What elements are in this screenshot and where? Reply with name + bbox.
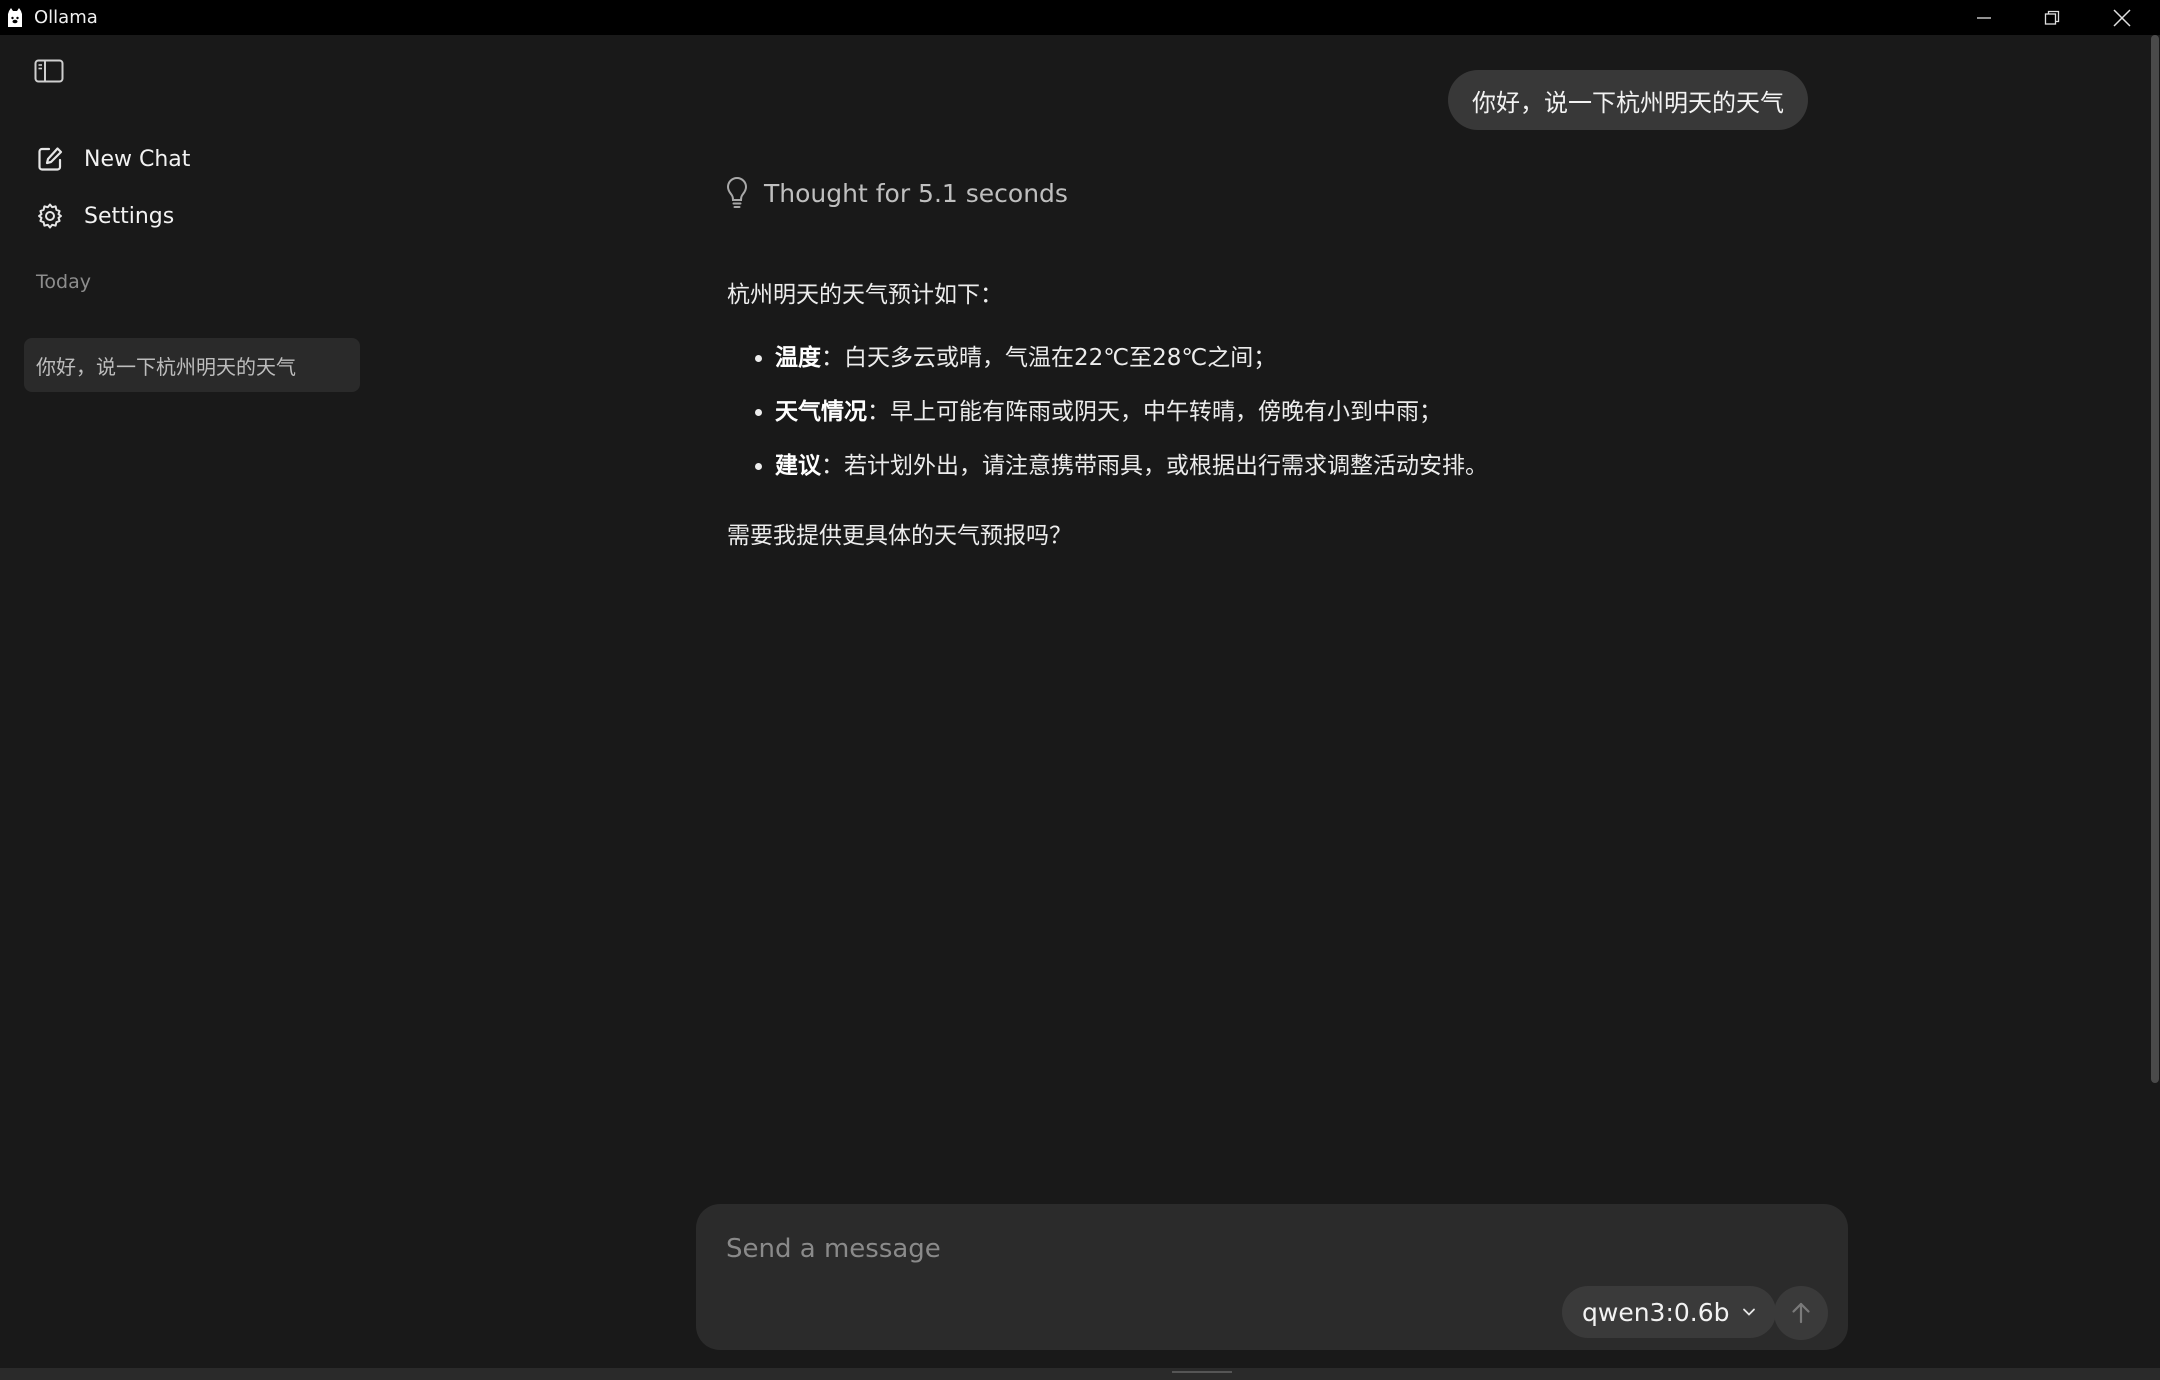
model-name: qwen3:0.6b bbox=[1582, 1297, 1730, 1327]
gear-icon bbox=[34, 200, 66, 232]
answer-closing: 需要我提供更具体的天气预报吗？ bbox=[727, 523, 1072, 549]
window-title: Ollama bbox=[34, 7, 98, 28]
answer-item-label: 天气情况 bbox=[775, 399, 867, 425]
minimize-icon bbox=[1977, 16, 1991, 19]
answer-list-item: 建议：若计划外出，请注意携带雨具，或根据出行需求调整活动安排。 bbox=[775, 449, 1627, 483]
thought-label: Thought for 5.1 seconds bbox=[764, 178, 1068, 208]
bottom-handle bbox=[1172, 1371, 1232, 1373]
title-bar: Ollama bbox=[0, 0, 2160, 35]
lightbulb-icon bbox=[726, 176, 748, 208]
arrow-up-icon bbox=[1792, 1302, 1810, 1324]
answer-item-text: ：若计划外出，请注意携带雨具，或根据出行需求调整活动安排。 bbox=[821, 453, 1488, 479]
model-selector[interactable]: qwen3:0.6b bbox=[1562, 1286, 1776, 1338]
settings-button[interactable]: Settings bbox=[34, 196, 174, 236]
answer-list-item: 温度：白天多云或晴，气温在22℃至28℃之间； bbox=[775, 341, 1627, 375]
new-chat-label: New Chat bbox=[84, 146, 191, 172]
answer-list: 温度：白天多云或晴，气温在22℃至28℃之间； 天气情况：早上可能有阵雨或阴天，… bbox=[727, 341, 1627, 483]
sidebar-panel-icon bbox=[34, 59, 64, 83]
answer-item-text: ：白天多云或晴，气温在22℃至28℃之间； bbox=[821, 345, 1277, 371]
answer-item-label: 建议 bbox=[775, 453, 821, 479]
send-button[interactable] bbox=[1774, 1286, 1828, 1340]
message-input[interactable] bbox=[724, 1224, 1804, 1274]
assistant-message: 杭州明天的天气预计如下： 温度：白天多云或晴，气温在22℃至28℃之间； 天气情… bbox=[727, 278, 1627, 553]
new-chat-button[interactable]: New Chat bbox=[34, 139, 190, 179]
user-message-bubble: 你好，说一下杭州明天的天气 bbox=[1448, 70, 1808, 130]
answer-item-label: 温度 bbox=[775, 345, 821, 371]
scrollbar-thumb[interactable] bbox=[2151, 35, 2159, 1083]
sidebar-toggle-button[interactable] bbox=[34, 59, 66, 87]
restore-button[interactable] bbox=[2018, 0, 2086, 35]
answer-list-item: 天气情况：早上可能有阵雨或阴天，中午转晴，傍晚有小到中雨； bbox=[775, 395, 1627, 429]
bottom-strip bbox=[0, 1368, 2160, 1380]
ollama-logo-icon bbox=[6, 8, 24, 28]
close-button[interactable] bbox=[2088, 0, 2156, 35]
thought-toggle[interactable]: Thought for 5.1 seconds bbox=[724, 176, 1068, 210]
new-chat-icon bbox=[34, 143, 66, 175]
scrollbar[interactable] bbox=[2150, 35, 2160, 1370]
restore-icon bbox=[2044, 10, 2060, 25]
settings-label: Settings bbox=[84, 203, 175, 229]
section-label-today: Today bbox=[36, 271, 91, 293]
close-icon bbox=[2113, 8, 2131, 27]
answer-item-text: ：早上可能有阵雨或阴天，中午转晴，傍晚有小到中雨； bbox=[867, 399, 1442, 425]
message-composer: qwen3:0.6b bbox=[696, 1204, 1848, 1350]
chevron-down-icon bbox=[1742, 1308, 1755, 1316]
answer-intro: 杭州明天的天气预计如下： bbox=[727, 282, 1003, 308]
minimize-button[interactable] bbox=[1950, 0, 2018, 35]
sidebar: New Chat Settings Today 你好，说一下杭州明天的天气 bbox=[0, 35, 380, 1370]
chat-history-item[interactable]: 你好，说一下杭州明天的天气 bbox=[24, 338, 360, 392]
